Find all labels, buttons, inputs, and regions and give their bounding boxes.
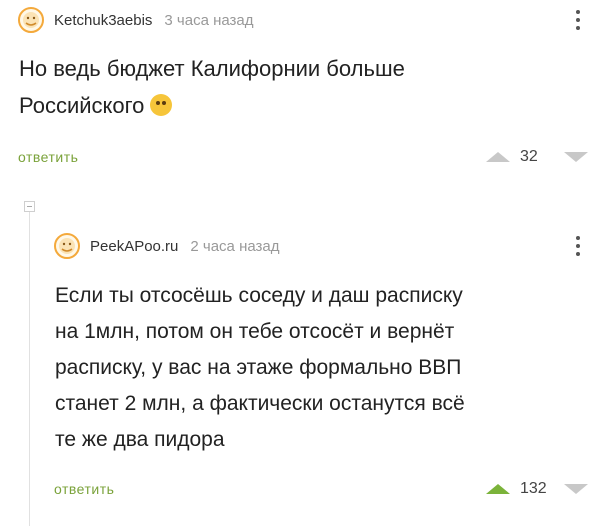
upvote-icon[interactable] [486, 152, 510, 162]
comment-header: Ketchuk3aebis 3 часа назад [18, 0, 588, 40]
reply-link[interactable]: ответить [18, 149, 78, 165]
rating-count: 32 [520, 148, 538, 165]
comment-body: Но ведь бюджет Калифорнии больше Российс… [19, 50, 588, 124]
rating-count: 132 [520, 480, 547, 497]
thinking-emoji-icon [150, 94, 173, 116]
vote-controls: 132 [486, 480, 588, 498]
avatar-icon[interactable] [18, 7, 44, 33]
comment-footer: ответить 132 [54, 480, 588, 498]
comment-author[interactable]: Ketchuk3aebis [54, 12, 152, 29]
comment-text-line: Российского [19, 93, 145, 118]
comment: PeekAPoo.ru 2 часа назад Если ты отсосёш… [54, 228, 588, 498]
avatar-icon[interactable] [54, 233, 80, 259]
vote-controls: 32 [486, 148, 588, 166]
downvote-icon[interactable] [564, 484, 588, 494]
comment-text-line: те же два пидора [55, 428, 225, 451]
downvote-icon[interactable] [564, 152, 588, 162]
comment-footer: ответить 32 [18, 148, 588, 166]
collapse-icon[interactable] [24, 201, 35, 212]
comment: Ketchuk3aebis 3 часа назад Но ведь бюдже… [18, 0, 588, 166]
upvote-icon[interactable] [486, 484, 510, 494]
comment-header: PeekAPoo.ru 2 часа назад [54, 228, 588, 264]
thread-line[interactable] [29, 210, 30, 526]
comment-text-line: на 1млн, потом он тебе отсосёт и вернёт [55, 320, 455, 343]
comment-text-line: станет 2 млн, а фактически останутся всё [55, 392, 465, 415]
comment-text-line: Если ты отсосёшь соседу и даш расписку [55, 284, 463, 307]
comment-body: Если ты отсосёшь соседу и даш расписку н… [55, 278, 588, 458]
comment-author[interactable]: PeekAPoo.ru [90, 238, 178, 255]
more-icon[interactable] [568, 7, 588, 33]
more-icon[interactable] [568, 233, 588, 259]
comment-text-line: расписку, у вас на этаже формально ВВП [55, 356, 462, 379]
comment-time[interactable]: 3 часа назад [164, 12, 253, 29]
comment-time[interactable]: 2 часа назад [190, 238, 279, 255]
comment-text-line: Но ведь бюджет Калифорнии больше [19, 56, 405, 81]
reply-link[interactable]: ответить [54, 481, 114, 497]
